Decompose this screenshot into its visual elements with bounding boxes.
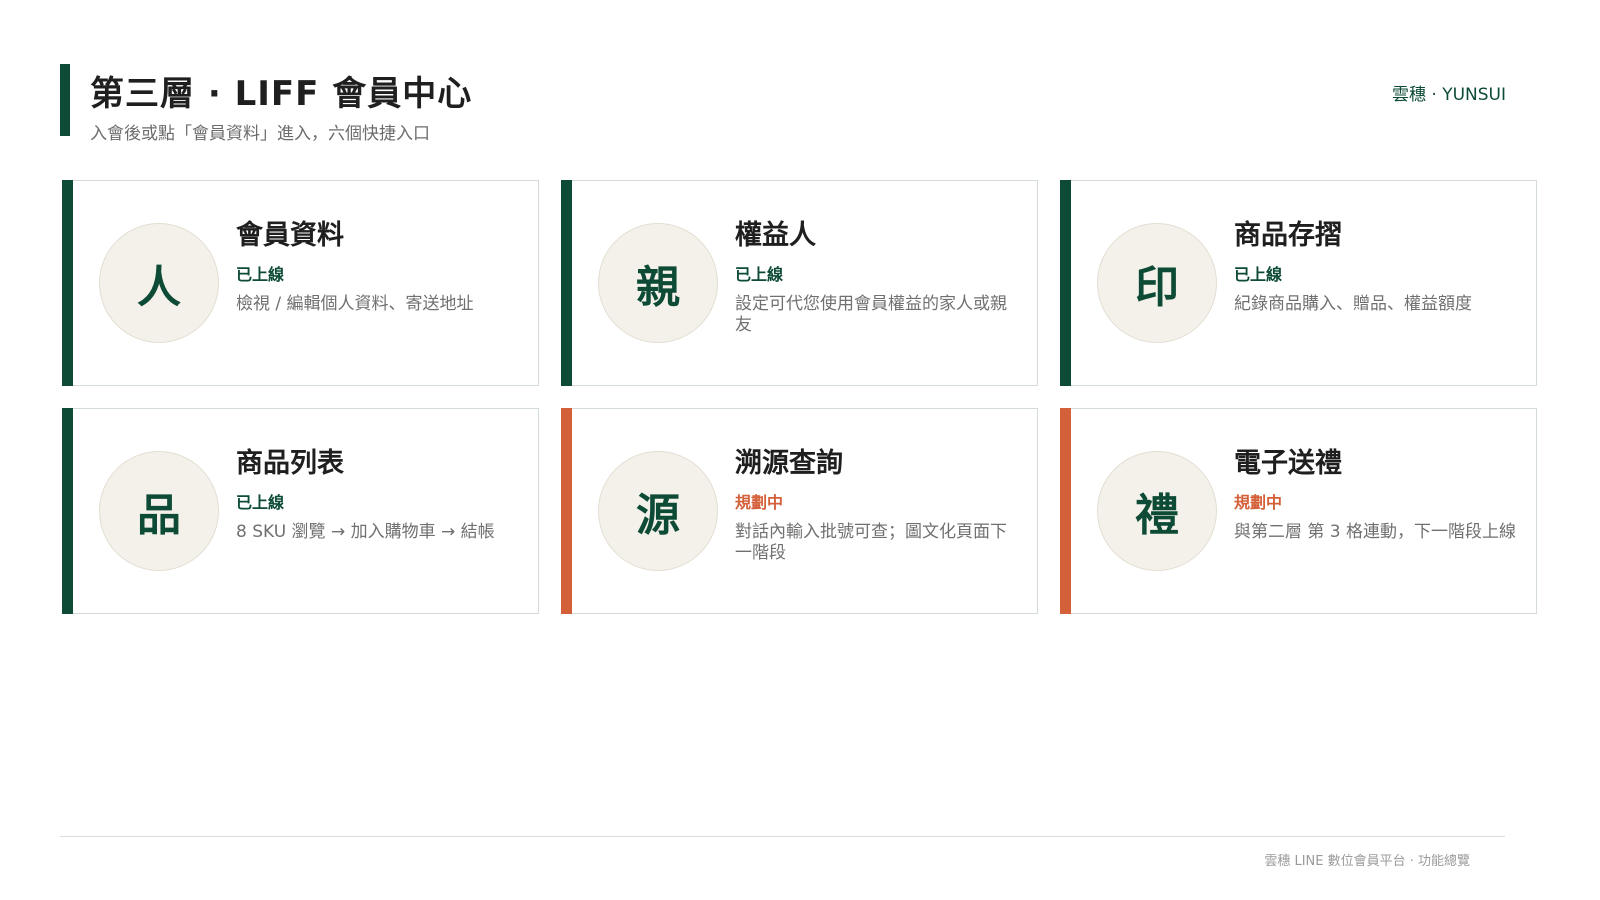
page-title: 第三層 · LIFF 會員中心 bbox=[90, 74, 473, 114]
card-description: 對話內輸入批號可查；圖文化頁面下一階段 bbox=[735, 522, 1007, 563]
card-description: 設定可代您使用會員權益的家人或親友 bbox=[735, 294, 1007, 335]
card-accent-bar bbox=[1060, 180, 1071, 386]
card-title: 權益人 bbox=[735, 220, 816, 251]
person-glyph-icon: 人 bbox=[99, 223, 219, 343]
status-badge: 規劃中 bbox=[735, 493, 784, 512]
card-title: 電子送禮 bbox=[1234, 448, 1342, 479]
feature-grid: 人 會員資料 已上線 檢視 / 編輯個人資料、寄送地址 親 權益人 已上線 設定… bbox=[62, 180, 1537, 614]
status-badge: 已上線 bbox=[236, 493, 285, 512]
footer-caption: 雲穗 LINE 數位會員平台 · 功能總覽 bbox=[1264, 854, 1470, 869]
gift-glyph-icon: 禮 bbox=[1097, 451, 1217, 571]
source-glyph-icon: 源 bbox=[598, 451, 718, 571]
title-accent-bar bbox=[60, 64, 70, 136]
card-product-passbook[interactable]: 印 商品存摺 已上線 紀錄商品購入、贈品、權益額度 bbox=[1060, 180, 1537, 386]
card-description: 紀錄商品購入、贈品、權益額度 bbox=[1234, 294, 1472, 314]
status-badge: 規劃中 bbox=[1234, 493, 1283, 512]
status-badge: 已上線 bbox=[236, 265, 285, 284]
card-accent-bar bbox=[561, 180, 572, 386]
card-title: 商品存摺 bbox=[1234, 220, 1342, 251]
brand-label: 雲穗 · YUNSUI bbox=[1391, 85, 1506, 105]
footer-divider bbox=[60, 836, 1505, 837]
product-glyph-icon: 品 bbox=[99, 451, 219, 571]
card-beneficiary[interactable]: 親 權益人 已上線 設定可代您使用會員權益的家人或親友 bbox=[561, 180, 1038, 386]
card-accent-bar bbox=[62, 408, 73, 614]
card-title: 溯源查詢 bbox=[735, 448, 843, 479]
stamp-glyph-icon: 印 bbox=[1097, 223, 1217, 343]
card-accent-bar bbox=[62, 180, 73, 386]
card-accent-bar bbox=[561, 408, 572, 614]
status-badge: 已上線 bbox=[735, 265, 784, 284]
card-accent-bar bbox=[1060, 408, 1071, 614]
page-subtitle: 入會後或點「會員資料」進入，六個快捷入口 bbox=[90, 124, 430, 144]
card-description: 檢視 / 編輯個人資料、寄送地址 bbox=[236, 294, 474, 314]
status-badge: 已上線 bbox=[1234, 265, 1283, 284]
card-description: 8 SKU 瀏覽 → 加入購物車 → 結帳 bbox=[236, 522, 495, 542]
card-product-list[interactable]: 品 商品列表 已上線 8 SKU 瀏覽 → 加入購物車 → 結帳 bbox=[62, 408, 539, 614]
card-title: 商品列表 bbox=[236, 448, 344, 479]
card-member-profile[interactable]: 人 會員資料 已上線 檢視 / 編輯個人資料、寄送地址 bbox=[62, 180, 539, 386]
family-glyph-icon: 親 bbox=[598, 223, 718, 343]
card-description: 與第二層 第 3 格連動，下一階段上線 bbox=[1234, 522, 1517, 542]
card-traceability[interactable]: 源 溯源查詢 規劃中 對話內輸入批號可查；圖文化頁面下一階段 bbox=[561, 408, 1038, 614]
card-title: 會員資料 bbox=[236, 220, 344, 251]
card-e-gift[interactable]: 禮 電子送禮 規劃中 與第二層 第 3 格連動，下一階段上線 bbox=[1060, 408, 1537, 614]
